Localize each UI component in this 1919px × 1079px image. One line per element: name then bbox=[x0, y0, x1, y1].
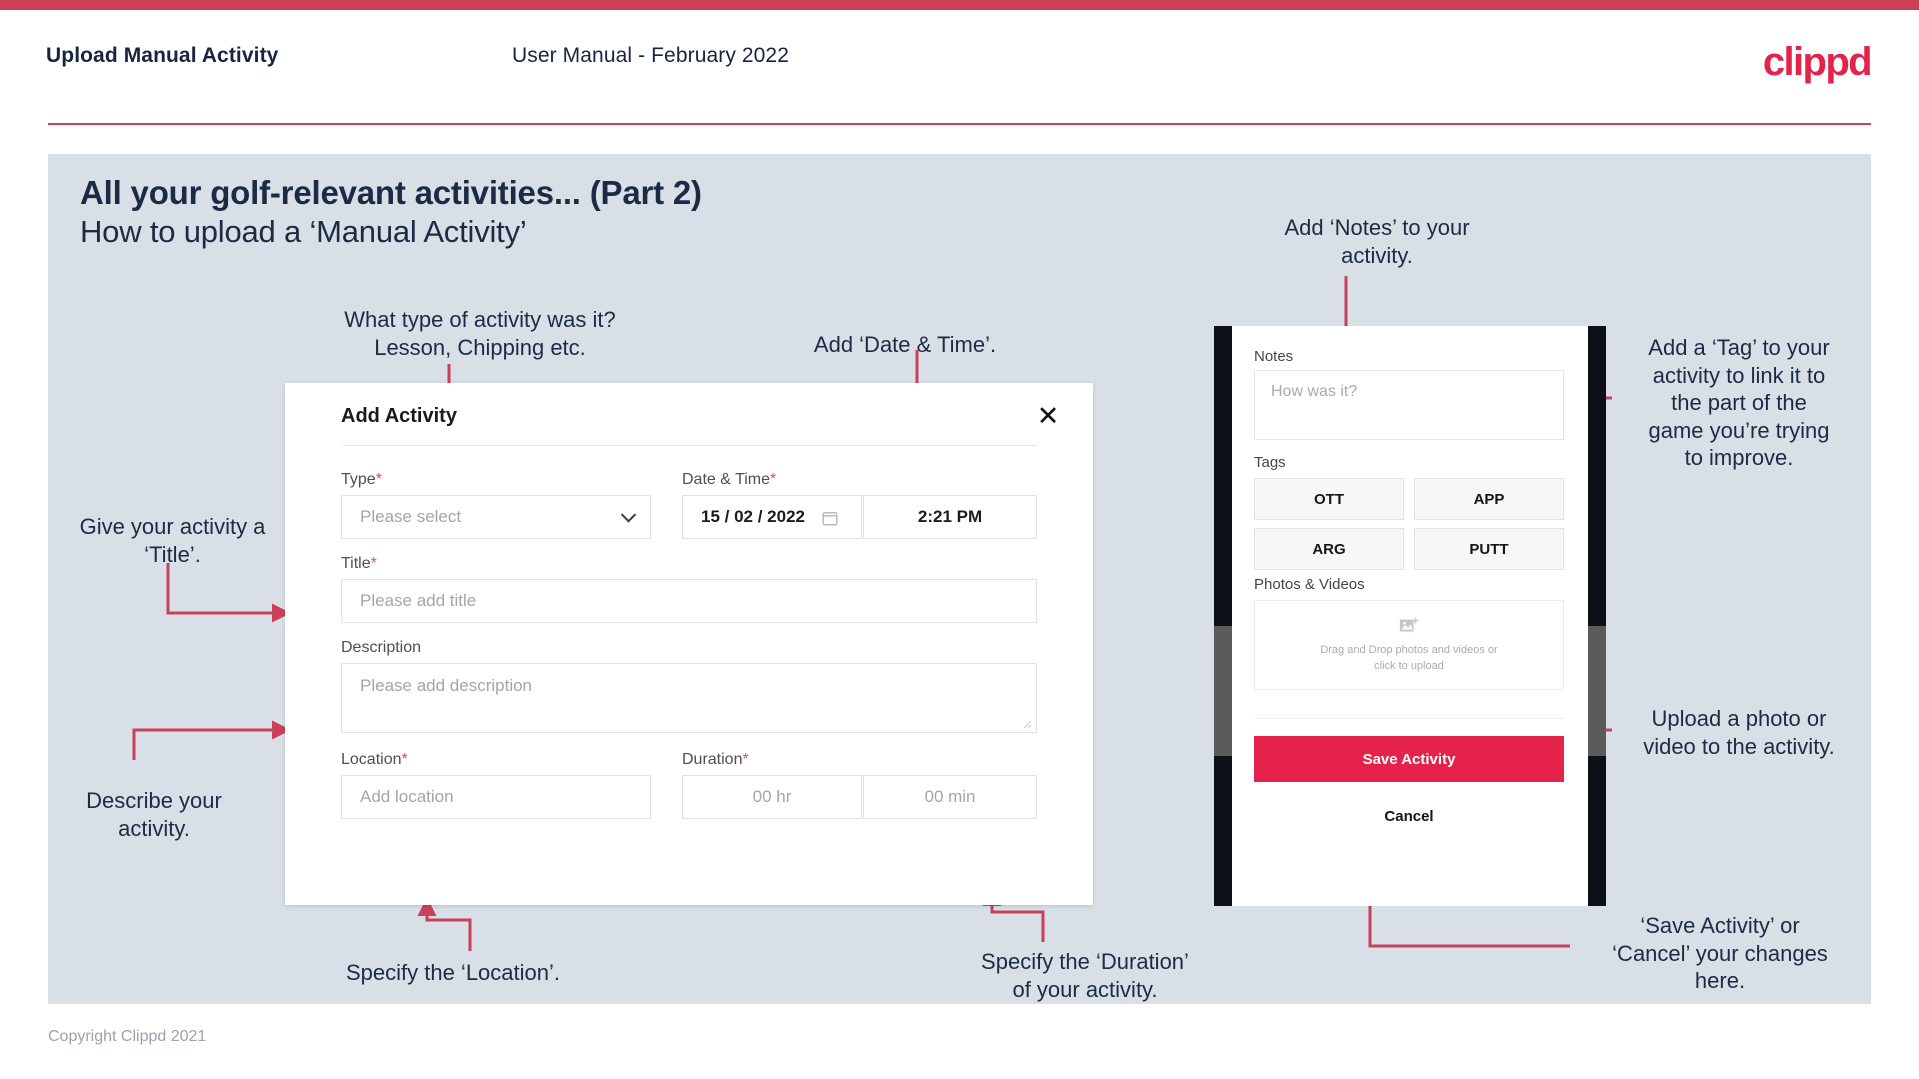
add-activity-dialog: Add Activity ✕ Type* Please select Date … bbox=[285, 383, 1093, 905]
location-required: * bbox=[401, 751, 408, 768]
tags-label: Tags bbox=[1254, 454, 1286, 471]
description-placeholder: Please add description bbox=[360, 676, 533, 695]
type-placeholder: Please select bbox=[360, 507, 462, 526]
type-select[interactable]: Please select bbox=[341, 495, 651, 539]
description-label: Description bbox=[341, 639, 422, 656]
annotation-type: What type of activity was it? Lesson, Ch… bbox=[344, 307, 616, 360]
type-label: Type* bbox=[341, 471, 382, 488]
location-input[interactable]: Add location bbox=[341, 775, 651, 819]
save-activity-button[interactable]: Save Activity bbox=[1254, 736, 1564, 782]
tag-app[interactable]: APP bbox=[1414, 478, 1564, 520]
notes-textarea[interactable]: How was it? bbox=[1254, 370, 1564, 440]
title-label: Title* bbox=[341, 555, 377, 572]
header-subtitle: User Manual - February 2022 bbox=[512, 44, 789, 67]
annotation-title: Give your activity a ‘Title’. bbox=[79, 514, 266, 567]
annotation-duration: Specify the ‘Duration’ of your activity. bbox=[981, 949, 1189, 1002]
phone-right-edge bbox=[1588, 326, 1606, 906]
slide-title: All your golf-relevant activities... (Pa… bbox=[80, 174, 702, 211]
duration-minutes-placeholder: 00 min bbox=[924, 787, 976, 806]
phone-left-grip bbox=[1214, 626, 1232, 756]
cancel-button[interactable]: Cancel bbox=[1254, 808, 1564, 825]
calendar-icon[interactable] bbox=[821, 509, 839, 527]
dropzone-text: Drag and Drop photos and videos or click… bbox=[1320, 644, 1498, 672]
title-placeholder: Please add title bbox=[360, 591, 477, 610]
mobile-divider bbox=[1254, 718, 1564, 719]
tag-arg[interactable]: ARG bbox=[1254, 528, 1404, 570]
annotation-description: Describe your activity. bbox=[86, 788, 222, 841]
mobile-mockup: Notes How was it? Tags OTT APP ARG PUTT … bbox=[1214, 326, 1606, 906]
time-value: 2:21 PM bbox=[917, 507, 983, 526]
dialog-title: Add Activity bbox=[341, 405, 457, 427]
chevron-down-icon bbox=[620, 507, 637, 523]
slide-subtitle: How to upload a ‘Manual Activity’ bbox=[80, 214, 527, 249]
annotation-tags: Add a ‘Tag’ to your activity to link it … bbox=[1648, 335, 1830, 470]
dialog-header: Add Activity ✕ bbox=[285, 383, 1093, 445]
dialog-divider bbox=[341, 445, 1037, 446]
add-image-icon bbox=[1399, 617, 1419, 632]
photos-label: Photos & Videos bbox=[1254, 576, 1365, 593]
time-input[interactable]: 2:21 PM bbox=[863, 495, 1037, 539]
annotation-location: Specify the ‘Location’. bbox=[345, 960, 561, 985]
header-divider bbox=[48, 123, 1871, 125]
phone-right-grip bbox=[1588, 626, 1606, 756]
footer-copyright: Copyright Clippd 2021 bbox=[48, 1028, 207, 1045]
date-time-required: * bbox=[770, 471, 777, 488]
phone-screen: Notes How was it? Tags OTT APP ARG PUTT … bbox=[1232, 326, 1588, 906]
slide-page: Upload Manual Activity User Manual - Feb… bbox=[0, 0, 1919, 1079]
resize-handle-icon[interactable] bbox=[1022, 719, 1032, 729]
tag-ott[interactable]: OTT bbox=[1254, 478, 1404, 520]
location-placeholder: Add location bbox=[360, 787, 454, 806]
title-required: * bbox=[370, 555, 377, 572]
annotation-photos: Upload a photo or video to the activity. bbox=[1643, 706, 1835, 759]
duration-hours-input[interactable]: 00 hr bbox=[682, 775, 862, 819]
date-input[interactable]: 15 / 02 / 2022 bbox=[682, 495, 862, 539]
date-value: 15 / 02 / 2022 bbox=[701, 507, 805, 526]
notes-label: Notes bbox=[1254, 348, 1294, 365]
duration-label: Duration* bbox=[682, 751, 749, 768]
description-textarea[interactable]: Please add description bbox=[341, 663, 1037, 733]
title-input[interactable]: Please add title bbox=[341, 579, 1037, 623]
tag-putt[interactable]: PUTT bbox=[1414, 528, 1564, 570]
location-label: Location* bbox=[341, 751, 408, 768]
photo-dropzone[interactable]: Drag and Drop photos and videos or click… bbox=[1254, 600, 1564, 690]
type-required: * bbox=[375, 471, 382, 488]
duration-hours-placeholder: 00 hr bbox=[752, 787, 792, 806]
clippd-logo: clippd bbox=[1762, 40, 1873, 84]
notes-placeholder: How was it? bbox=[1271, 383, 1358, 400]
date-time-label: Date & Time* bbox=[682, 471, 777, 488]
close-icon[interactable]: ✕ bbox=[1031, 399, 1065, 433]
annotation-save-cancel: ‘Save Activity’ or ‘Cancel’ your changes… bbox=[1612, 913, 1828, 993]
phone-left-edge bbox=[1214, 326, 1232, 906]
top-accent-bar bbox=[0, 0, 1919, 10]
header-title: Upload Manual Activity bbox=[46, 44, 279, 67]
duration-required: * bbox=[742, 751, 749, 768]
duration-minutes-input[interactable]: 00 min bbox=[863, 775, 1037, 819]
annotation-notes: Add ‘Notes’ to your activity. bbox=[1284, 215, 1470, 268]
annotation-date-time: Add ‘Date & Time’. bbox=[813, 332, 997, 357]
